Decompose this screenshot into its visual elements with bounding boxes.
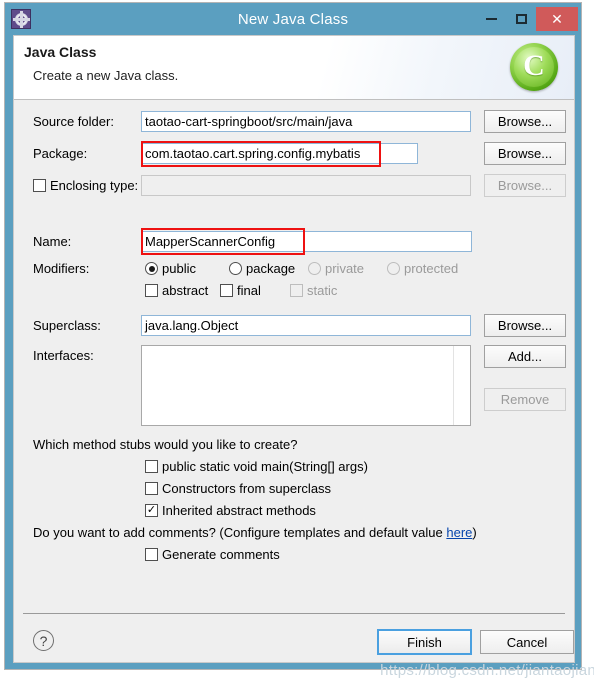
stub-main-method-label: public static void main(String[] args) <box>162 459 368 474</box>
name-label: Name: <box>33 234 72 249</box>
checkbox-constructors-icon <box>145 482 158 495</box>
configure-templates-link[interactable]: here <box>446 525 472 540</box>
checkbox-main-method-icon <box>145 460 158 473</box>
source-folder-browse-button[interactable]: Browse... <box>484 110 566 133</box>
watermark: https://blog.csdn.net/jiantaojian <box>380 662 594 679</box>
stub-main-method-checkbox[interactable]: public static void main(String[] args) <box>145 459 368 474</box>
page-title: Java Class <box>24 44 97 60</box>
java-class-icon-letter: C <box>523 49 545 82</box>
footer-button-bar: ? Finish Cancel <box>14 614 574 662</box>
modifier-radio-protected: protected <box>387 261 458 276</box>
modifiers-label-wrap: Modifiers: <box>33 261 89 276</box>
interfaces-label-wrap: Interfaces: <box>33 348 94 363</box>
window-controls: ✕ <box>476 7 578 31</box>
dialog-body: Java Class Create a new Java class. C So… <box>13 35 575 663</box>
form-area: Source folder: taotao-cart-springboot/sr… <box>14 100 574 604</box>
stub-constructors-checkbox[interactable]: Constructors from superclass <box>145 481 331 496</box>
modifier-checkbox-final[interactable]: final <box>220 283 261 298</box>
modifier-checkbox-static-label: static <box>307 283 338 298</box>
checkbox-inherited-abstract-icon: ✓ <box>145 504 158 517</box>
radio-protected-icon <box>387 262 400 275</box>
method-stubs-question: Which method stubs would you like to cre… <box>33 437 298 452</box>
enclosing-type-checkbox[interactable] <box>33 179 46 192</box>
page-description: Create a new Java class. <box>33 68 179 83</box>
interfaces-list-scrollbar[interactable] <box>453 346 470 425</box>
interfaces-list[interactable] <box>141 345 471 426</box>
generate-comments-checkbox[interactable]: Generate comments <box>145 547 280 562</box>
name-input[interactable]: MapperScannerConfig <box>141 231 472 252</box>
finish-button[interactable]: Finish <box>377 629 472 655</box>
superclass-label: Superclass: <box>33 318 101 333</box>
modifier-radio-package-label: package <box>246 261 296 276</box>
source-folder-input[interactable]: taotao-cart-springboot/src/main/java <box>141 111 471 132</box>
modifiers-label: Modifiers: <box>33 261 90 276</box>
comments-question-suffix: ) <box>472 525 477 540</box>
maximize-icon <box>515 14 527 24</box>
help-icon[interactable]: ? <box>33 630 54 651</box>
radio-package-icon <box>229 262 242 275</box>
minimize-icon <box>485 18 497 20</box>
stub-inherited-abstract-checkbox[interactable]: ✓ Inherited abstract methods <box>145 503 316 518</box>
modifier-checkbox-abstract[interactable]: abstract <box>145 283 208 298</box>
modifier-radio-private: private <box>308 261 364 276</box>
dialog-header: Java Class Create a new Java class. C <box>14 36 574 100</box>
superclass-browse-button[interactable]: Browse... <box>484 314 566 337</box>
enclosing-type-browse-button: Browse... <box>484 174 566 197</box>
checkbox-final-icon <box>220 284 233 297</box>
comments-question: Do you want to add comments? (Configure … <box>33 525 477 540</box>
name-label-wrap: Name: <box>33 234 71 249</box>
checkbox-generate-comments-icon <box>145 548 158 561</box>
package-label: Package: <box>33 146 88 161</box>
source-folder-label: Source folder: <box>33 114 114 129</box>
enclosing-type-row[interactable]: Enclosing type: <box>33 178 138 193</box>
modifier-checkbox-final-label: final <box>237 283 261 298</box>
modifier-radio-private-label: private <box>325 261 365 276</box>
comments-question-prefix: Do you want to add comments? (Configure … <box>33 525 447 540</box>
interfaces-label: Interfaces: <box>33 348 94 363</box>
stub-constructors-label: Constructors from superclass <box>162 481 332 496</box>
modifier-radio-protected-label: protected <box>404 261 459 276</box>
radio-public-icon <box>145 262 158 275</box>
package-browse-button[interactable]: Browse... <box>484 142 566 165</box>
maximize-button[interactable] <box>506 7 536 31</box>
close-button[interactable]: ✕ <box>536 7 578 31</box>
modifier-checkbox-static: static <box>290 283 337 298</box>
enclosing-type-input <box>141 175 471 196</box>
title-bar: New Java Class ✕ <box>5 3 581 35</box>
stub-inherited-abstract-label: Inherited abstract methods <box>162 503 316 518</box>
superclass-label-wrap: Superclass: <box>33 318 101 333</box>
interfaces-add-button[interactable]: Add... <box>484 345 566 368</box>
new-java-class-dialog: New Java Class ✕ Java Class Create a new… <box>4 2 582 670</box>
generate-comments-label: Generate comments <box>162 547 280 562</box>
package-label-wrap: Package: <box>33 146 87 161</box>
java-class-icon: C <box>510 43 558 91</box>
checkbox-static-icon <box>290 284 303 297</box>
modifier-radio-public-label: public <box>162 261 196 276</box>
interfaces-remove-button: Remove <box>484 388 566 411</box>
gear-icon <box>11 9 31 29</box>
cancel-button[interactable]: Cancel <box>480 630 574 654</box>
modifier-checkbox-abstract-label: abstract <box>162 283 209 298</box>
superclass-input[interactable]: java.lang.Object <box>141 315 471 336</box>
radio-private-icon <box>308 262 321 275</box>
source-folder-label-wrap: Source folder: <box>33 114 114 129</box>
minimize-button[interactable] <box>476 7 506 31</box>
enclosing-type-label: Enclosing type: <box>50 178 139 193</box>
checkbox-abstract-icon <box>145 284 158 297</box>
modifier-radio-public[interactable]: public <box>145 261 196 276</box>
modifier-radio-package[interactable]: package <box>229 261 295 276</box>
package-input[interactable]: com.taotao.cart.spring.config.mybatis <box>141 143 418 164</box>
